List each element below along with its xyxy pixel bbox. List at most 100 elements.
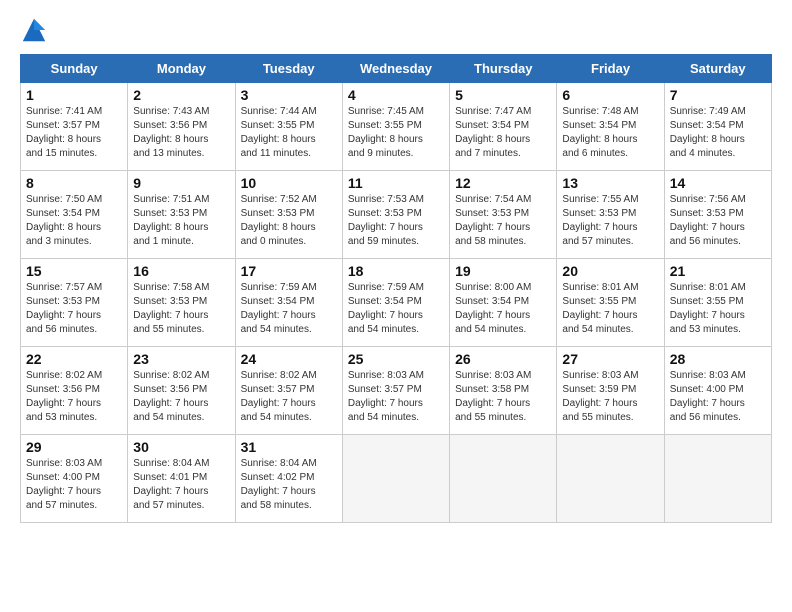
- day-number: 31: [241, 439, 337, 455]
- cell-text: Sunrise: 7:57 AMSunset: 3:53 PMDaylight:…: [26, 281, 122, 337]
- day-number: 8: [26, 175, 122, 191]
- cell-text: Sunrise: 7:51 AMSunset: 3:53 PMDaylight:…: [133, 193, 229, 249]
- cell-text: Sunrise: 8:01 AMSunset: 3:55 PMDaylight:…: [562, 281, 658, 337]
- day-number: 16: [133, 263, 229, 279]
- cell-text: Sunrise: 8:03 AMSunset: 3:57 PMDaylight:…: [348, 369, 444, 425]
- week-row-3: 15 Sunrise: 7:57 AMSunset: 3:53 PMDayligh…: [21, 259, 772, 347]
- weekday-friday: Friday: [557, 55, 664, 83]
- day-cell: 26 Sunrise: 8:03 AMSunset: 3:58 PMDayligh…: [450, 347, 557, 435]
- day-number: 24: [241, 351, 337, 367]
- day-number: 23: [133, 351, 229, 367]
- day-cell: 6 Sunrise: 7:48 AMSunset: 3:54 PMDaylight…: [557, 83, 664, 171]
- day-cell: 5Sunrise: 7:47 AMSunset: 3:54 PMDaylight…: [450, 83, 557, 171]
- day-number: 14: [670, 175, 766, 191]
- day-number: 21: [670, 263, 766, 279]
- day-number: 6: [562, 87, 658, 103]
- cell-text: Sunrise: 7:50 AMSunset: 3:54 PMDaylight:…: [26, 193, 122, 249]
- weekday-header-row: SundayMondayTuesdayWednesdayThursdayFrid…: [21, 55, 772, 83]
- page: SundayMondayTuesdayWednesdayThursdayFrid…: [0, 0, 792, 612]
- day-number: 26: [455, 351, 551, 367]
- day-cell: 8 Sunrise: 7:50 AMSunset: 3:54 PMDaylight…: [21, 171, 128, 259]
- day-cell: 29Sunrise: 8:03 AMSunset: 4:00 PMDayligh…: [21, 435, 128, 523]
- day-cell: 10 Sunrise: 7:52 AMSunset: 3:53 PMDayligh…: [235, 171, 342, 259]
- day-number: 4: [348, 87, 444, 103]
- cell-text: Sunrise: 8:03 AMSunset: 4:00 PMDaylight:…: [670, 369, 766, 425]
- day-cell: [450, 435, 557, 523]
- week-row-5: 29Sunrise: 8:03 AMSunset: 4:00 PMDayligh…: [21, 435, 772, 523]
- day-number: 1: [26, 87, 122, 103]
- cell-text: Sunrise: 8:02 AMSunset: 3:56 PMDaylight:…: [133, 369, 229, 425]
- cell-text: Sunrise: 7:41 AMSunset: 3:57 PMDaylight:…: [26, 105, 122, 161]
- day-cell: 25Sunrise: 8:03 AMSunset: 3:57 PMDayligh…: [342, 347, 449, 435]
- day-cell: 31 Sunrise: 8:04 AMSunset: 4:02 PMDayligh…: [235, 435, 342, 523]
- cell-text: Sunrise: 7:58 AMSunset: 3:53 PMDaylight:…: [133, 281, 229, 337]
- cell-text: Sunrise: 7:43 AMSunset: 3:56 PMDaylight:…: [133, 105, 229, 161]
- cell-text: Sunrise: 8:04 AMSunset: 4:01 PMDaylight:…: [133, 457, 229, 513]
- day-cell: 14 Sunrise: 7:56 AMSunset: 3:53 PMDayligh…: [664, 171, 771, 259]
- day-number: 13: [562, 175, 658, 191]
- day-cell: 24 Sunrise: 8:02 AMSunset: 3:57 PMDayligh…: [235, 347, 342, 435]
- day-number: 27: [562, 351, 658, 367]
- day-cell: 15 Sunrise: 7:57 AMSunset: 3:53 PMDayligh…: [21, 259, 128, 347]
- day-number: 10: [241, 175, 337, 191]
- day-number: 5: [455, 87, 551, 103]
- day-cell: 2 Sunrise: 7:43 AMSunset: 3:56 PMDaylight…: [128, 83, 235, 171]
- day-cell: 19 Sunrise: 8:00 AMSunset: 3:54 PMDayligh…: [450, 259, 557, 347]
- cell-text: Sunrise: 7:55 AMSunset: 3:53 PMDaylight:…: [562, 193, 658, 249]
- day-cell: 7Sunrise: 7:49 AMSunset: 3:54 PMDaylight…: [664, 83, 771, 171]
- weekday-monday: Monday: [128, 55, 235, 83]
- day-cell: 9 Sunrise: 7:51 AMSunset: 3:53 PMDaylight…: [128, 171, 235, 259]
- day-cell: 27 Sunrise: 8:03 AMSunset: 3:59 PMDayligh…: [557, 347, 664, 435]
- day-cell: 13 Sunrise: 7:55 AMSunset: 3:53 PMDayligh…: [557, 171, 664, 259]
- day-cell: 4 Sunrise: 7:45 AMSunset: 3:55 PMDaylight…: [342, 83, 449, 171]
- cell-text: Sunrise: 8:02 AMSunset: 3:56 PMDaylight:…: [26, 369, 122, 425]
- cell-text: Sunrise: 8:04 AMSunset: 4:02 PMDaylight:…: [241, 457, 337, 513]
- day-cell: 12Sunrise: 7:54 AMSunset: 3:53 PMDayligh…: [450, 171, 557, 259]
- weekday-wednesday: Wednesday: [342, 55, 449, 83]
- day-number: 30: [133, 439, 229, 455]
- cell-text: Sunrise: 8:03 AMSunset: 3:58 PMDaylight:…: [455, 369, 551, 425]
- cell-text: Sunrise: 7:48 AMSunset: 3:54 PMDaylight:…: [562, 105, 658, 161]
- day-cell: 22 Sunrise: 8:02 AMSunset: 3:56 PMDayligh…: [21, 347, 128, 435]
- weekday-sunday: Sunday: [21, 55, 128, 83]
- day-number: 22: [26, 351, 122, 367]
- cell-text: Sunrise: 8:03 AMSunset: 3:59 PMDaylight:…: [562, 369, 658, 425]
- day-number: 20: [562, 263, 658, 279]
- cell-text: Sunrise: 7:53 AMSunset: 3:53 PMDaylight:…: [348, 193, 444, 249]
- day-number: 18: [348, 263, 444, 279]
- day-cell: [342, 435, 449, 523]
- cell-text: Sunrise: 7:45 AMSunset: 3:55 PMDaylight:…: [348, 105, 444, 161]
- cell-text: Sunrise: 8:01 AMSunset: 3:55 PMDaylight:…: [670, 281, 766, 337]
- day-number: 7: [670, 87, 766, 103]
- day-number: 11: [348, 175, 444, 191]
- day-cell: 16 Sunrise: 7:58 AMSunset: 3:53 PMDayligh…: [128, 259, 235, 347]
- week-row-4: 22 Sunrise: 8:02 AMSunset: 3:56 PMDayligh…: [21, 347, 772, 435]
- cell-text: Sunrise: 8:02 AMSunset: 3:57 PMDaylight:…: [241, 369, 337, 425]
- day-number: 15: [26, 263, 122, 279]
- week-row-1: 1 Sunrise: 7:41 AMSunset: 3:57 PMDaylight…: [21, 83, 772, 171]
- week-row-2: 8 Sunrise: 7:50 AMSunset: 3:54 PMDaylight…: [21, 171, 772, 259]
- day-cell: 3Sunrise: 7:44 AMSunset: 3:55 PMDaylight…: [235, 83, 342, 171]
- calendar-table: SundayMondayTuesdayWednesdayThursdayFrid…: [20, 54, 772, 523]
- header-area: [20, 16, 772, 44]
- day-number: 2: [133, 87, 229, 103]
- day-cell: 23 Sunrise: 8:02 AMSunset: 3:56 PMDayligh…: [128, 347, 235, 435]
- cell-text: Sunrise: 7:56 AMSunset: 3:53 PMDaylight:…: [670, 193, 766, 249]
- day-cell: [664, 435, 771, 523]
- weekday-tuesday: Tuesday: [235, 55, 342, 83]
- cell-text: Sunrise: 7:52 AMSunset: 3:53 PMDaylight:…: [241, 193, 337, 249]
- day-cell: 11 Sunrise: 7:53 AMSunset: 3:53 PMDayligh…: [342, 171, 449, 259]
- day-cell: [557, 435, 664, 523]
- cell-text: Sunrise: 7:54 AMSunset: 3:53 PMDaylight:…: [455, 193, 551, 249]
- day-number: 17: [241, 263, 337, 279]
- weekday-saturday: Saturday: [664, 55, 771, 83]
- day-number: 19: [455, 263, 551, 279]
- cell-text: Sunrise: 7:59 AMSunset: 3:54 PMDaylight:…: [241, 281, 337, 337]
- day-number: 28: [670, 351, 766, 367]
- cell-text: Sunrise: 8:00 AMSunset: 3:54 PMDaylight:…: [455, 281, 551, 337]
- cell-text: Sunrise: 8:03 AMSunset: 4:00 PMDaylight:…: [26, 457, 122, 513]
- cell-text: Sunrise: 7:59 AMSunset: 3:54 PMDaylight:…: [348, 281, 444, 337]
- day-cell: 20 Sunrise: 8:01 AMSunset: 3:55 PMDayligh…: [557, 259, 664, 347]
- logo-icon: [20, 16, 48, 44]
- day-number: 9: [133, 175, 229, 191]
